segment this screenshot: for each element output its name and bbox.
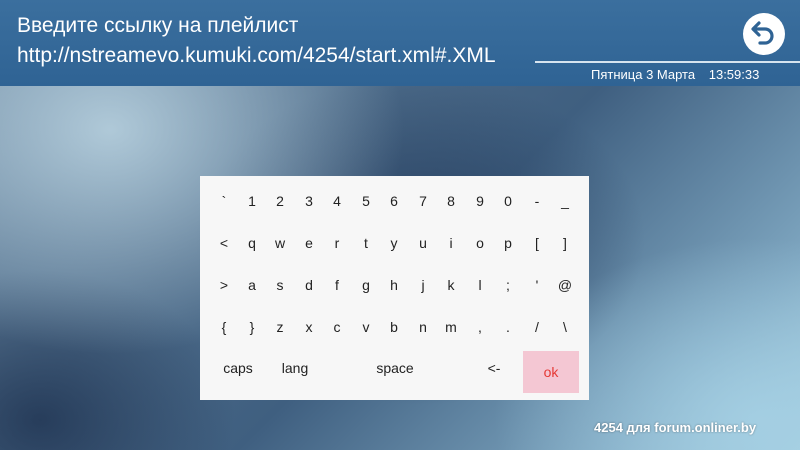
key-r1-c8[interactable]: i	[439, 224, 463, 262]
key-r3-c8[interactable]: m	[439, 308, 463, 346]
key-r3-c6[interactable]: b	[382, 308, 406, 346]
key-r2-c4[interactable]: f	[325, 266, 349, 304]
key-r3-c4[interactable]: c	[325, 308, 349, 346]
header-divider	[535, 61, 800, 63]
key-r1-c5[interactable]: t	[354, 224, 378, 262]
key-r3-c12[interactable]: \	[553, 308, 577, 346]
key-caps[interactable]: caps	[217, 349, 259, 387]
key-r0-c9[interactable]: 9	[468, 182, 492, 220]
key-r0-c10[interactable]: 0	[496, 182, 520, 220]
key-r1-c10[interactable]: p	[496, 224, 520, 262]
key-r3-c0[interactable]: {	[212, 308, 236, 346]
key-r0-c2[interactable]: 2	[268, 182, 292, 220]
key-r2-c9[interactable]: l	[468, 266, 492, 304]
key-r0-c6[interactable]: 6	[382, 182, 406, 220]
key-r2-c2[interactable]: s	[268, 266, 292, 304]
key-r2-c10[interactable]: ;	[496, 266, 520, 304]
key-r2-c11[interactable]: '	[525, 266, 549, 304]
time-label: 13:59:33	[708, 67, 760, 82]
key-ok[interactable]: ok	[523, 351, 579, 393]
key-r3-c1[interactable]: }	[240, 308, 264, 346]
key-r0-c0[interactable]: `	[212, 182, 236, 220]
playlist-url-input[interactable]: http://nstreamevo.kumuki.com/4254/start.…	[17, 44, 496, 68]
back-button[interactable]	[743, 13, 785, 55]
key-r1-c4[interactable]: r	[325, 224, 349, 262]
watermark: 4254 для forum.onliner.by	[594, 420, 757, 435]
key-r1-c7[interactable]: u	[411, 224, 435, 262]
key-lang[interactable]: lang	[274, 349, 316, 387]
key-r3-c11[interactable]: /	[525, 308, 549, 346]
key-r2-c1[interactable]: a	[240, 266, 264, 304]
key-r1-c1[interactable]: q	[240, 224, 264, 262]
key-r2-c8[interactable]: k	[439, 266, 463, 304]
key-r1-c3[interactable]: e	[297, 224, 321, 262]
key-r0-c8[interactable]: 8	[439, 182, 463, 220]
key-r3-c3[interactable]: x	[297, 308, 321, 346]
page-title: Введите ссылку на плейлист	[17, 14, 299, 37]
key-r1-c12[interactable]: ]	[553, 224, 577, 262]
key-r0-c3[interactable]: 3	[297, 182, 321, 220]
onscreen-keyboard: caps lang space <- ok ` 1 2 3 4 5 6 7 8 9 0- _ < q w e r…	[200, 176, 589, 400]
key-r3-c5[interactable]: v	[354, 308, 378, 346]
key-r0-c11[interactable]: -	[525, 182, 549, 220]
key-r3-c10[interactable]: .	[496, 308, 520, 346]
key-r1-c9[interactable]: o	[468, 224, 492, 262]
key-r1-c0[interactable]: <	[212, 224, 236, 262]
key-r3-c9[interactable]: ,	[468, 308, 492, 346]
key-r0-c4[interactable]: 4	[325, 182, 349, 220]
key-r0-c1[interactable]: 1	[240, 182, 264, 220]
key-r1-c2[interactable]: w	[268, 224, 292, 262]
key-r0-c5[interactable]: 5	[354, 182, 378, 220]
key-r2-c6[interactable]: h	[382, 266, 406, 304]
date-label: Пятница 3 Марта	[591, 67, 696, 82]
key-r1-c6[interactable]: y	[382, 224, 406, 262]
header-bar: Введите ссылку на плейлист http://nstrea…	[0, 0, 800, 86]
datetime: Пятница 3 Марта 13:59:33	[591, 67, 759, 82]
key-r2-c3[interactable]: d	[297, 266, 321, 304]
key-r2-c5[interactable]: g	[354, 266, 378, 304]
key-r2-c7[interactable]: j	[411, 266, 435, 304]
key-space[interactable]: space	[360, 349, 430, 387]
key-r0-c12[interactable]: _	[553, 182, 577, 220]
key-backspace[interactable]: <-	[479, 349, 509, 387]
back-arrow-icon	[749, 17, 779, 52]
key-r3-c2[interactable]: z	[268, 308, 292, 346]
key-r1-c11[interactable]: [	[525, 224, 549, 262]
key-r2-c0[interactable]: >	[212, 266, 236, 304]
key-r0-c7[interactable]: 7	[411, 182, 435, 220]
key-r2-c12[interactable]: @	[553, 266, 577, 304]
key-r3-c7[interactable]: n	[411, 308, 435, 346]
